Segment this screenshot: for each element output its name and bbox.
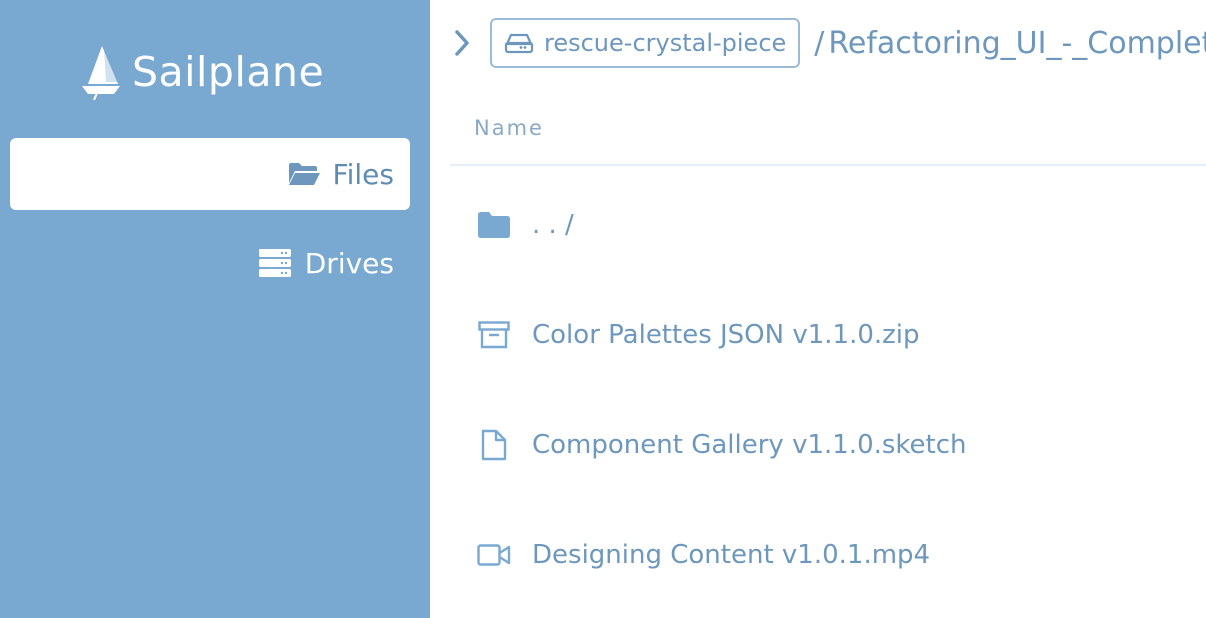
breadcrumb: rescue-crystal-piece / Refactoring_UI_-_… — [452, 18, 1206, 68]
file-name: . . / — [532, 210, 574, 240]
sidebar: Sailplane Files Drives — [0, 0, 430, 618]
app-window: Sailplane Files Drives rescue-crystal-pi… — [0, 0, 1206, 618]
brand: Sailplane — [80, 44, 324, 100]
path-separator: / — [814, 25, 825, 61]
table-header: Name — [450, 96, 1206, 166]
folder-icon — [476, 207, 512, 243]
drive-name: rescue-crystal-piece — [544, 29, 787, 57]
sailboat-logo-icon — [82, 46, 120, 100]
table-row[interactable]: Component Gallery v1.1.0.sketch — [450, 400, 1206, 490]
hard-drive-icon — [504, 33, 534, 54]
folder-open-icon — [287, 159, 321, 189]
archive-icon — [476, 317, 512, 353]
sidebar-item-drives[interactable]: Drives — [10, 228, 410, 298]
sidebar-item-label: Files — [332, 157, 394, 191]
video-icon — [476, 537, 512, 573]
column-header-name[interactable]: Name — [474, 116, 544, 140]
chevron-right-icon[interactable] — [452, 23, 480, 63]
table-row[interactable]: Designing Content v1.0.1.mp4 — [450, 510, 1206, 600]
brand-name: Sailplane — [132, 47, 325, 96]
table-row[interactable]: Color Palettes JSON v1.1.0.zip — [450, 290, 1206, 380]
current-path[interactable]: Refactoring_UI_-_Complete — [828, 26, 1206, 61]
file-browser: rescue-crystal-piece / Refactoring_UI_-_… — [430, 0, 1206, 618]
file-name: Color Palettes JSON v1.1.0.zip — [532, 320, 920, 350]
table-row[interactable]: . . / — [450, 180, 1206, 270]
sidebar-item-files[interactable]: Files — [10, 138, 410, 210]
file-name: Designing Content v1.0.1.mp4 — [532, 540, 931, 570]
server-icon — [258, 248, 293, 278]
file-icon — [476, 427, 512, 463]
sidebar-item-label: Drives — [304, 246, 394, 280]
file-name: Component Gallery v1.1.0.sketch — [532, 430, 967, 460]
drive-chip[interactable]: rescue-crystal-piece — [490, 18, 801, 68]
